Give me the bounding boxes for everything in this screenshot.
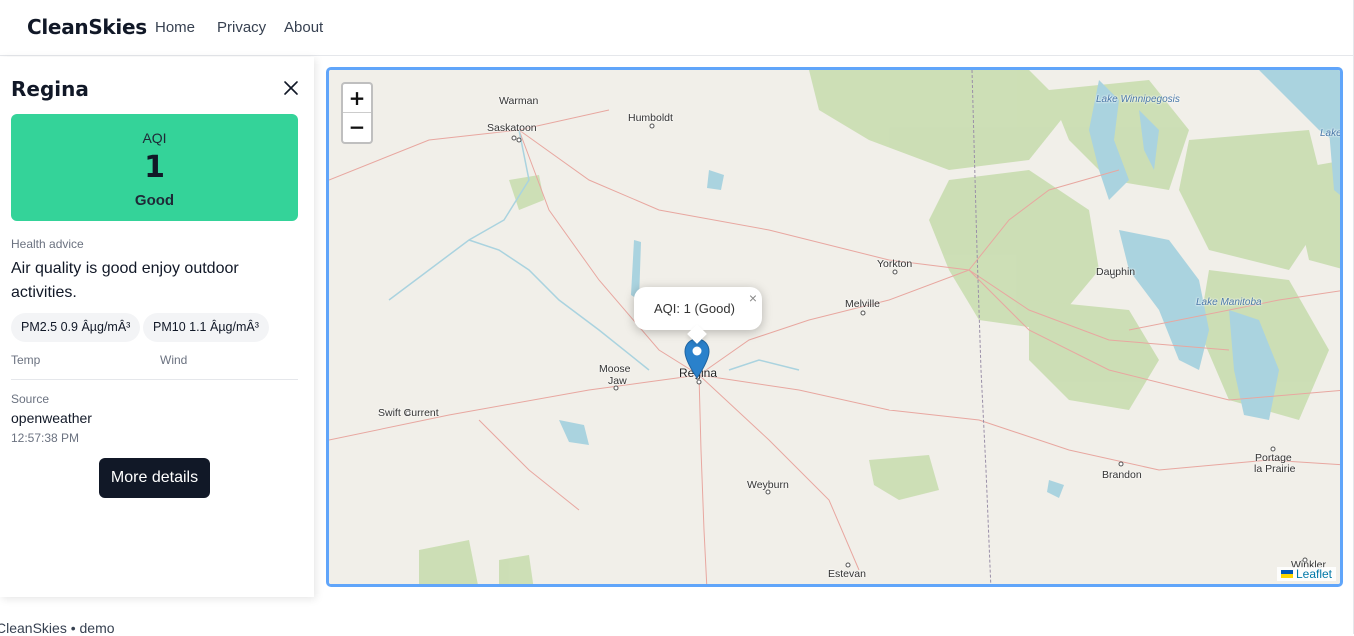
health-advice-text: Air quality is good enjoy outdoor activi…	[11, 260, 239, 301]
source-label: Source	[11, 392, 50, 406]
health-advice-label: Health advice	[11, 237, 84, 251]
map-label-warman: Warman	[499, 95, 539, 107]
map-label-saskatoon: Saskatoon	[487, 122, 537, 134]
nav-home-link[interactable]: Home	[155, 19, 195, 36]
aqi-card: AQI 1 Good	[11, 114, 298, 221]
map-label-weyburn: Weyburn	[747, 479, 789, 491]
zoom-out-button[interactable]: −	[343, 113, 371, 142]
map-label-yorkton: Yorkton	[877, 258, 913, 270]
zoom-control: + −	[341, 82, 373, 144]
city-title: Regina	[11, 77, 89, 101]
panel-divider	[11, 379, 298, 380]
ukraine-flag-icon	[1280, 570, 1293, 578]
map-view[interactable]: Warman Saskatoon Humboldt Lake Winnipego…	[326, 67, 1343, 587]
close-icon	[284, 81, 298, 95]
aqi-category: Good	[134, 192, 175, 209]
city-details-panel: Regina AQI 1 Good Health advice Air qual…	[0, 57, 314, 597]
map-label-estevan: Estevan	[828, 568, 866, 580]
map-label-dauphin: Dauphin	[1096, 266, 1136, 278]
map-label-la-prairie: la Prairie	[1254, 463, 1296, 475]
map-label-brandon: Brandon	[1102, 469, 1142, 481]
top-navbar: CleanSkies Home Privacy About	[0, 0, 1354, 56]
popup-text: AQI: 1 (Good)	[654, 301, 735, 316]
map-attribution[interactable]: Leaflet	[1276, 567, 1336, 581]
map-label-lake-edge: Lake	[1320, 128, 1342, 139]
more-details-button[interactable]: More details	[99, 458, 210, 498]
aqi-label: AQI	[142, 130, 167, 146]
nav-privacy-link[interactable]: Privacy	[217, 19, 266, 36]
wind-label: Wind	[160, 353, 188, 367]
map-tiles	[329, 70, 1340, 584]
aqi-popup: AQI: 1 (Good) ×	[634, 287, 762, 344]
updated-timestamp: 12:57:38 PM	[11, 431, 80, 445]
pm10-badge: PM10 1.1 Âµg/mÂ³	[143, 313, 269, 342]
zoom-in-button[interactable]: +	[343, 84, 371, 113]
nav-about-link[interactable]: About	[284, 19, 323, 36]
location-marker-icon[interactable]	[684, 338, 710, 380]
source-value: openweather	[11, 410, 92, 426]
close-panel-button[interactable]	[282, 79, 300, 97]
map-label-moose: Moose	[599, 363, 631, 375]
brand-logo[interactable]: CleanSkies	[27, 15, 147, 39]
map-label-swift-current: Swift Current	[378, 407, 439, 419]
map-label-lake-winnipegosis: Lake Winnipegosis	[1096, 94, 1180, 105]
pm25-badge: PM2.5 0.9 Âµg/mÂ³	[11, 313, 141, 342]
map-label-lake-manitoba: Lake Manitoba	[1196, 297, 1262, 308]
aqi-value: 1	[144, 150, 165, 185]
leaflet-link[interactable]: Leaflet	[1296, 567, 1332, 581]
map-label-jaw: Jaw	[608, 375, 627, 387]
popup-close-button[interactable]: ×	[749, 290, 757, 306]
map-label-humboldt: Humboldt	[628, 112, 673, 124]
map-label-melville: Melville	[845, 298, 881, 310]
temp-label: Temp	[11, 353, 41, 367]
map-pin-icon	[684, 338, 710, 379]
